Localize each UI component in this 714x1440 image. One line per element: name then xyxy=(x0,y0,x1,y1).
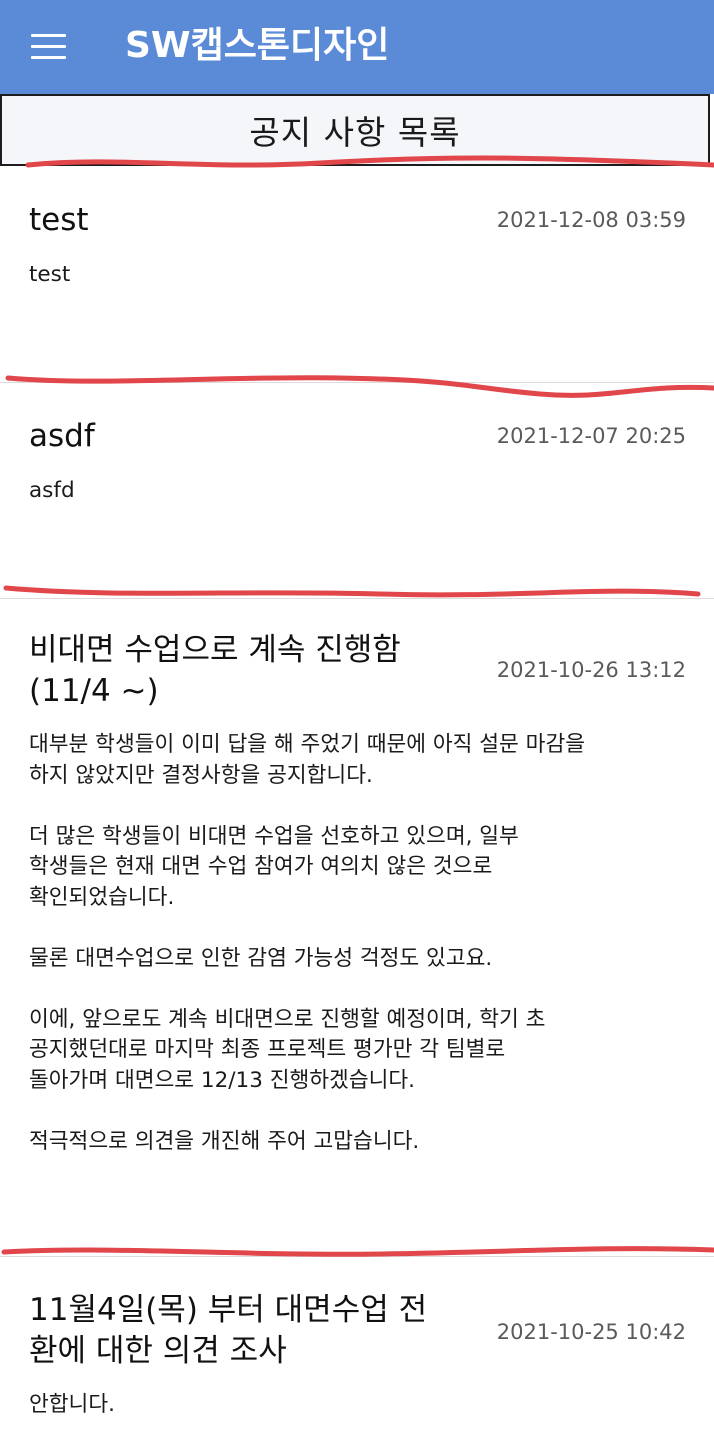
notice-date: 2021-12-08 03:59 xyxy=(496,208,686,232)
notice-date: 2021-10-25 10:42 xyxy=(496,1320,686,1344)
notice-item[interactable]: test 2021-12-08 03:59 test xyxy=(0,170,714,382)
app-title: SW캡스톤디자인 xyxy=(125,25,390,66)
notice-title: 비대면 수업으로 계속 진행함 (11/4 ~) xyxy=(29,632,401,709)
notice-body: asfd xyxy=(29,478,75,503)
notice-date: 2021-12-07 20:25 xyxy=(496,424,686,448)
notice-item[interactable]: asdf 2021-12-07 20:25 asfd xyxy=(0,384,714,596)
notice-title: test xyxy=(29,202,89,238)
notice-title: asdf xyxy=(29,418,95,454)
app-bar: SW캡스톤디자인 xyxy=(0,0,714,94)
list-divider xyxy=(0,1256,714,1257)
section-title: 공지 사항 목록 xyxy=(249,113,461,152)
list-divider xyxy=(0,382,714,383)
notice-date: 2021-10-26 13:12 xyxy=(496,658,686,682)
notice-title: 11월4일(목) 부터 대면수업 전환에 대한 의견 조사 xyxy=(29,1292,428,1369)
notice-list-header: 공지 사항 목록 xyxy=(0,94,710,166)
notice-body: test xyxy=(29,262,71,287)
hamburger-menu-icon[interactable] xyxy=(31,34,66,59)
notice-body: 대부분 학생들이 이미 답을 해 주었기 때문에 아직 설문 마감을 하지 않았… xyxy=(29,732,586,1154)
notice-item[interactable]: 비대면 수업으로 계속 진행함 (11/4 ~) 2021-10-26 13:1… xyxy=(0,600,714,1256)
notice-item[interactable]: 11월4일(목) 부터 대면수업 전환에 대한 의견 조사 2021-10-25… xyxy=(0,1258,714,1440)
notice-body: 안합니다. xyxy=(29,1392,115,1417)
list-divider xyxy=(0,598,714,599)
